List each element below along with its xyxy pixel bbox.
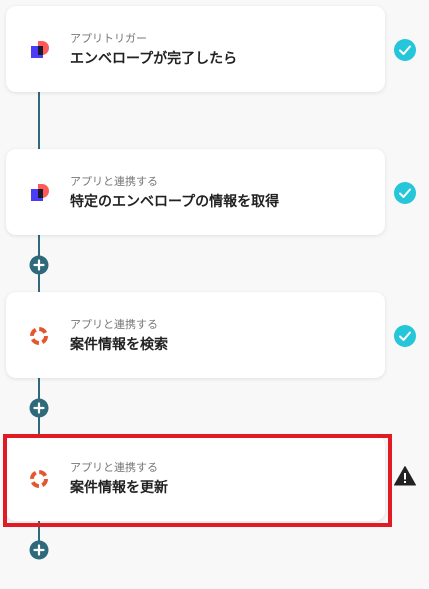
step-title: 特定のエンベロープの情報を取得 [70,194,280,210]
connector-line [38,92,40,150]
flow-step-search-deal[interactable]: アプリと連携する 案件情報を検索 [6,292,385,378]
flow-step-get-envelope[interactable]: アプリと連携する 特定のエンベロープの情報を取得 [6,149,385,235]
warning-icon [394,466,416,486]
flow-step-trigger[interactable]: アプリトリガー エンベロープが完了したら [6,6,385,92]
docusign-icon [31,184,49,201]
step-label: アプリと連携する [70,318,158,331]
lifebuoy-ring-icon [30,470,48,488]
check-icon [394,325,416,347]
check-icon [394,182,416,204]
add-step-button[interactable] [29,255,49,275]
step-title: 案件情報を検索 [70,337,168,353]
step-title: エンベロープが完了したら [70,51,238,67]
check-icon [394,39,416,61]
docusign-icon [31,41,49,58]
step-label: アプリと連携する [70,175,158,188]
flow-step-update-deal[interactable]: アプリと連携する 案件情報を更新 [6,435,385,521]
lifebuoy-ring-icon [30,327,48,345]
add-step-button[interactable] [29,540,49,560]
add-step-button[interactable] [29,398,49,418]
step-title: 案件情報を更新 [70,480,168,496]
step-label: アプリトリガー [70,32,147,45]
step-label: アプリと連携する [70,461,158,474]
